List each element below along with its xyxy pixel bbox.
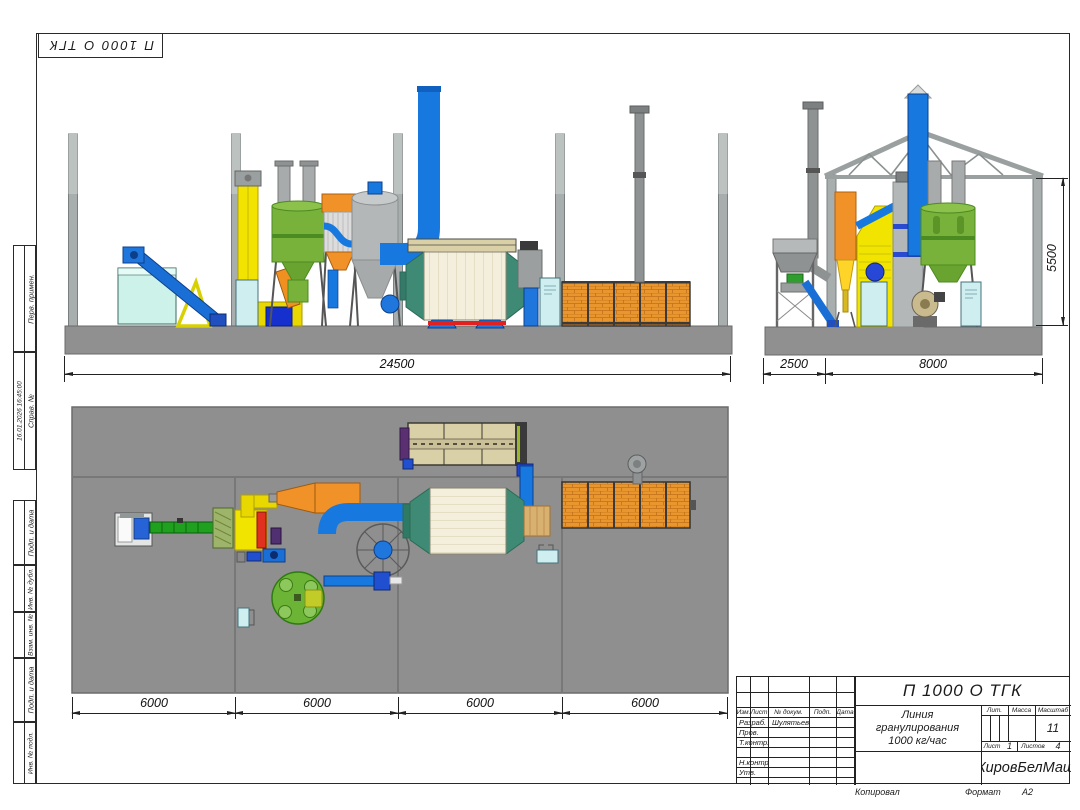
margin-box-podp-data-top: Подп. и дата (13, 500, 36, 565)
margin-box-podp-data-bottom: Подп. и дата (13, 658, 36, 722)
corner-stamp-designation: П 1000 О ТГК (48, 38, 154, 53)
tb-lit-label: Лит. (981, 705, 1008, 715)
margin-label-inv-dubl: Инв. № дубл. (27, 568, 34, 610)
tb-sheet-label: Лист (981, 741, 1003, 751)
tb-doc-title-line3: 1000 кг/час (888, 735, 947, 748)
margin-label-podp-data-bottom: Подп. и дата (26, 667, 35, 714)
tb-razrab-name: Шулятьев (770, 717, 809, 727)
margin-label-timestamp: 16.01.2026 16:45:00 (16, 381, 23, 441)
tb-row-utv: Утв. (737, 767, 768, 777)
format-value: А2 (1022, 787, 1033, 797)
tb-col-podp: Подп. (809, 707, 836, 717)
margin-box-inv-dubl: Инв. № дубл. (13, 565, 36, 612)
tb-designation: П 1000 О ТГК (854, 677, 1071, 705)
tb-row-razrab: Разраб. (737, 717, 768, 727)
tb-row-prov: Пров. (737, 727, 768, 737)
tb-sheet-value: 1 (1003, 741, 1016, 751)
format-label: Формат (965, 787, 1001, 797)
margin-label-inv-podl: Инв. № подл. (27, 732, 34, 774)
tb-col-izm: Изм. (737, 707, 750, 717)
tb-sheets-label: Листов (1018, 741, 1048, 751)
tb-col-data: Дата (836, 707, 854, 717)
corner-stamp: П 1000 О ТГК (38, 33, 163, 58)
tb-scale-label: Масштаб (1035, 705, 1071, 715)
tb-doc-title-line2: гранулирования (876, 722, 959, 735)
margin-label-podp-data-top: Подп. и дата (26, 509, 35, 556)
tb-col-list: Лист (750, 707, 768, 717)
title-block: Изм. Лист № докум. Подп. Дата Разраб. Шу… (736, 676, 1070, 784)
tb-row-nkontr: Н.контр. (737, 757, 768, 767)
margin-box-perv-primen: Перв. примен. (13, 245, 36, 352)
drawing-sheet: 24500 2500 8000 5500 (0, 0, 1080, 810)
tb-doc-title: Линия гранулирования 1000 кг/час (854, 707, 981, 749)
margin-label-vzam-inv: Взам. инв. № (27, 614, 34, 656)
kopiroval-note: Копировал (855, 787, 900, 797)
margin-box-vzam-inv: Взам. инв. № (13, 612, 36, 658)
tb-col-ndokum: № докум. (768, 707, 809, 717)
tb-mass-label: Масса (1008, 705, 1035, 715)
margin-label-perv-primen: Перв. примен. (26, 274, 35, 324)
tb-doc-title-line1: Линия (902, 709, 934, 722)
margin-box-sprav-no: Справ. № 16.01.2026 16:45:00 (13, 352, 36, 470)
tb-scale-value: 11 (1035, 715, 1071, 741)
margin-box-inv-podl: Инв. № подл. (13, 722, 36, 784)
tb-company: КировБелМаш (981, 751, 1071, 785)
sheet-frame (36, 33, 1070, 784)
tb-row-tkontr: Т.контр. (737, 737, 768, 747)
tb-sheets-value: 4 (1048, 741, 1068, 751)
margin-label-sprav-no: Справ. № (26, 394, 35, 428)
